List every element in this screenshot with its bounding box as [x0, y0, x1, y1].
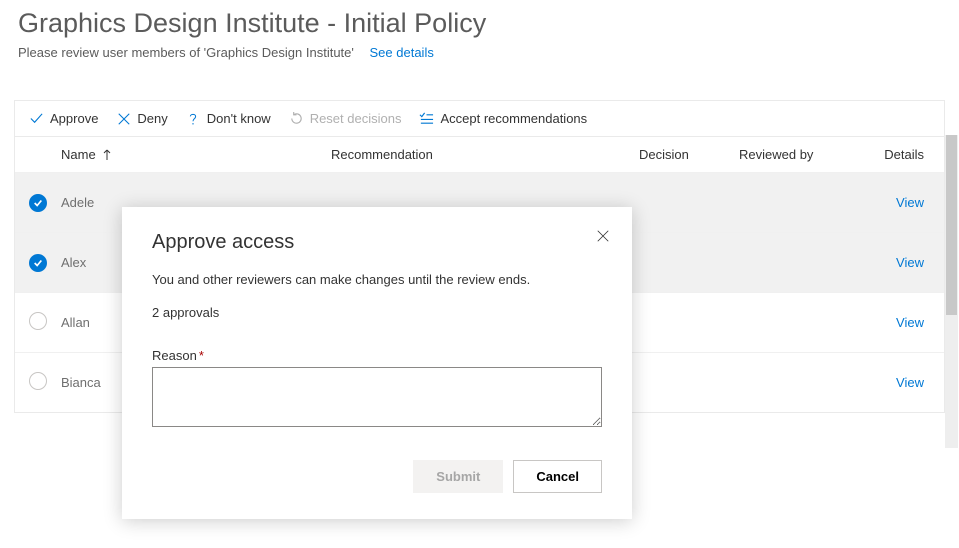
row-checkbox[interactable] [29, 372, 47, 390]
modal-title: Approve access [152, 231, 602, 254]
dont-know-button[interactable]: Don't know [186, 111, 271, 126]
list-check-icon [419, 111, 434, 126]
accept-rec-label: Accept recommendations [440, 111, 587, 126]
checkmark-icon [33, 258, 43, 268]
modal-count: 2 approvals [152, 305, 602, 320]
required-asterisk: * [199, 348, 204, 363]
column-recommendation[interactable]: Recommendation [331, 147, 639, 162]
table-header: Name Recommendation Decision Reviewed by… [15, 137, 944, 172]
page-subtitle: Please review user members of 'Graphics … [18, 45, 941, 60]
accept-recommendations-button[interactable]: Accept recommendations [419, 111, 587, 126]
modal-actions: Submit Cancel [152, 460, 602, 493]
reset-label: Reset decisions [310, 111, 402, 126]
view-link[interactable]: View [896, 195, 924, 210]
column-reviewed-by[interactable]: Reviewed by [739, 147, 854, 162]
view-link[interactable]: View [896, 375, 924, 390]
subtitle-text: Please review user members of 'Graphics … [18, 45, 354, 60]
view-link[interactable]: View [896, 255, 924, 270]
close-button[interactable] [596, 229, 610, 248]
reset-decisions-button: Reset decisions [289, 111, 402, 126]
scrollbar-thumb[interactable] [946, 135, 957, 315]
col-name-label: Name [61, 147, 96, 162]
column-name[interactable]: Name [61, 147, 331, 162]
row-checkbox[interactable] [29, 194, 47, 212]
approve-label: Approve [50, 111, 98, 126]
page-header: Graphics Design Institute - Initial Poli… [0, 0, 959, 70]
modal-subtitle: You and other reviewers can make changes… [152, 272, 602, 287]
reason-label-text: Reason [152, 348, 197, 363]
scrollbar[interactable] [945, 135, 958, 448]
submit-button: Submit [413, 460, 503, 493]
reason-input[interactable] [152, 367, 602, 427]
dont-know-label: Don't know [207, 111, 271, 126]
page-title: Graphics Design Institute - Initial Poli… [18, 8, 941, 39]
x-icon [116, 111, 131, 126]
approve-access-modal: Approve access You and other reviewers c… [122, 207, 632, 519]
question-icon [186, 111, 201, 126]
cancel-button[interactable]: Cancel [513, 460, 602, 493]
reason-label: Reason* [152, 348, 602, 363]
column-details[interactable]: Details [854, 147, 930, 162]
row-checkbox[interactable] [29, 254, 47, 272]
deny-button[interactable]: Deny [116, 111, 167, 126]
sort-up-icon [100, 147, 115, 162]
reset-icon [289, 111, 304, 126]
view-link[interactable]: View [896, 315, 924, 330]
toolbar: Approve Deny Don't know Reset decisions [15, 101, 944, 137]
approve-button[interactable]: Approve [29, 111, 98, 126]
checkmark-icon [29, 111, 44, 126]
deny-label: Deny [137, 111, 167, 126]
row-checkbox[interactable] [29, 312, 47, 330]
see-details-link[interactable]: See details [370, 45, 434, 60]
close-icon [596, 229, 610, 243]
column-decision[interactable]: Decision [639, 147, 739, 162]
checkmark-icon [33, 198, 43, 208]
